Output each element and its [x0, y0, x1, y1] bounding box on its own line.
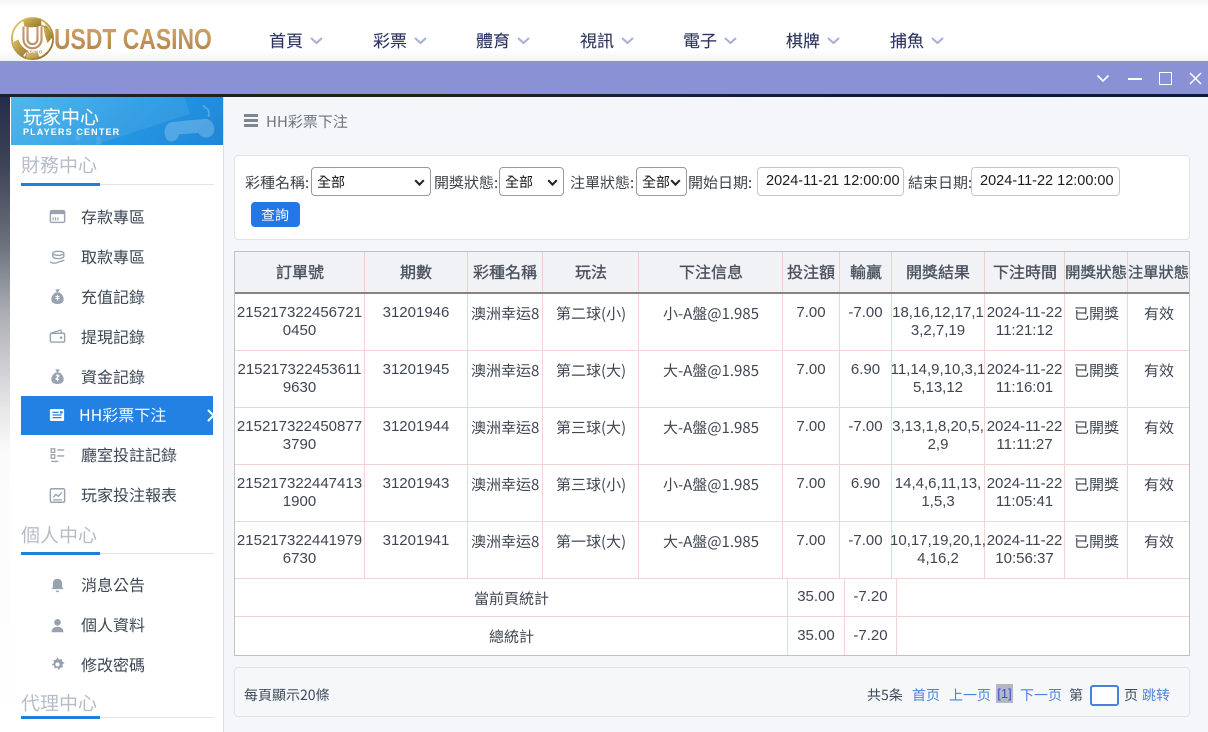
svg-text:CASINO: CASINO — [22, 50, 42, 55]
